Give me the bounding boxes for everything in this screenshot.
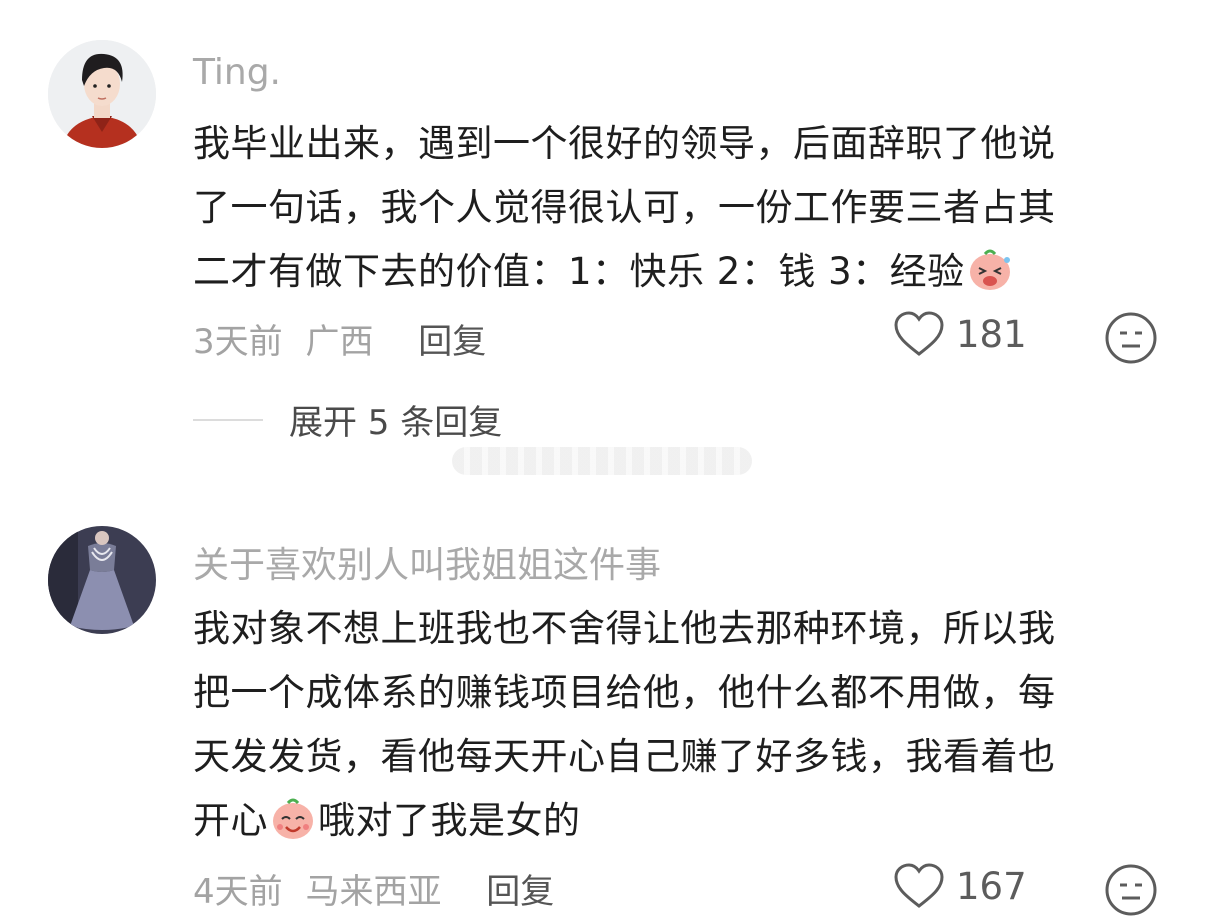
comment-time: 4天前 bbox=[193, 872, 283, 912]
avatar-woman-gray-dress-icon bbox=[48, 526, 156, 634]
user-avatar[interactable] bbox=[48, 526, 156, 634]
comment-item: 关于喜欢别人叫我姐姐这件事 我对象不想上班我也不舍得让他去那种环境，所以我 把一… bbox=[0, 0, 1206, 916]
comment-line: 把一个成体系的赚钱项目给他，他什么都不用做，每 bbox=[193, 671, 1056, 714]
username[interactable]: 关于喜欢别人叫我姐姐这件事 bbox=[193, 536, 661, 588]
comment-text: 我对象不想上班我也不舍得让他去那种环境，所以我 把一个成体系的赚钱项目给他，他什… bbox=[193, 597, 1158, 853]
comment-line: 天发发货，看他每天开心自己赚了好多钱，我看着也 bbox=[193, 735, 1056, 778]
like-count: 167 bbox=[956, 864, 1027, 908]
heart-icon bbox=[894, 863, 944, 908]
comment-meta: 4天前 马来西亚 回复 bbox=[193, 864, 554, 913]
comment-line: 我对象不想上班我也不舍得让他去那种环境，所以我 bbox=[193, 607, 1056, 650]
like-button[interactable]: 167 bbox=[892, 862, 1027, 910]
dislike-face-icon[interactable] bbox=[1103, 862, 1159, 918]
comment-line-text: 哦对了我是女的 bbox=[318, 799, 581, 842]
comment-location: 马来西亚 bbox=[305, 872, 442, 912]
comment-line: 开心 哦对了我是女的 bbox=[193, 789, 1158, 853]
reply-button[interactable]: 回复 bbox=[486, 872, 554, 912]
comment-line-text: 开心 bbox=[193, 799, 268, 842]
smiling-peach-emoji-icon bbox=[273, 798, 313, 839]
